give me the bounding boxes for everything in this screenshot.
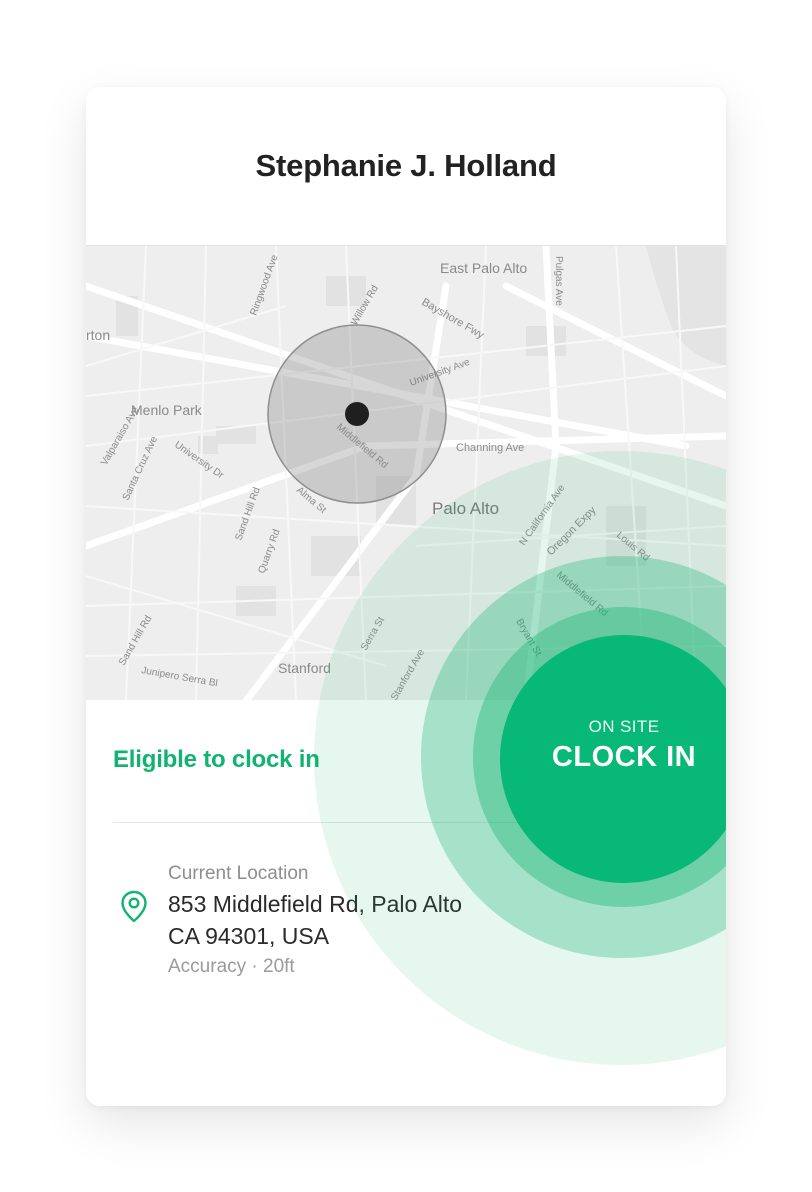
map-label-east-palo-alto: East Palo Alto [440,260,527,276]
map-label-stanford: Stanford [278,660,331,676]
screen: Stephanie J. Holland East Palo Alto rton… [0,0,812,1192]
map-label-pulgas: Pulgas Ave [553,256,564,306]
map-label-menlo-park: Menlo Park [131,402,203,418]
map-label-channing: Channing Ave [456,442,524,454]
current-location-dot[interactable] [345,402,369,426]
card-header: Stephanie J. Holland [86,87,726,245]
eligibility-status: Eligible to clock in [113,746,320,773]
location-title: Current Location [168,863,309,884]
map-label-atherton: rton [86,327,110,343]
clock-in-card: Stephanie J. Holland East Palo Alto rton… [86,87,726,1106]
employee-name: Stephanie J. Holland [255,148,557,183]
clock-in-sub-label: ON SITE [588,717,660,736]
location-accuracy: Accuracy · 20ft [168,956,295,977]
clock-in-label: CLOCK IN [551,741,697,773]
address-line-2: CA 94301, USA [168,923,330,949]
map-pin-icon [121,890,147,923]
